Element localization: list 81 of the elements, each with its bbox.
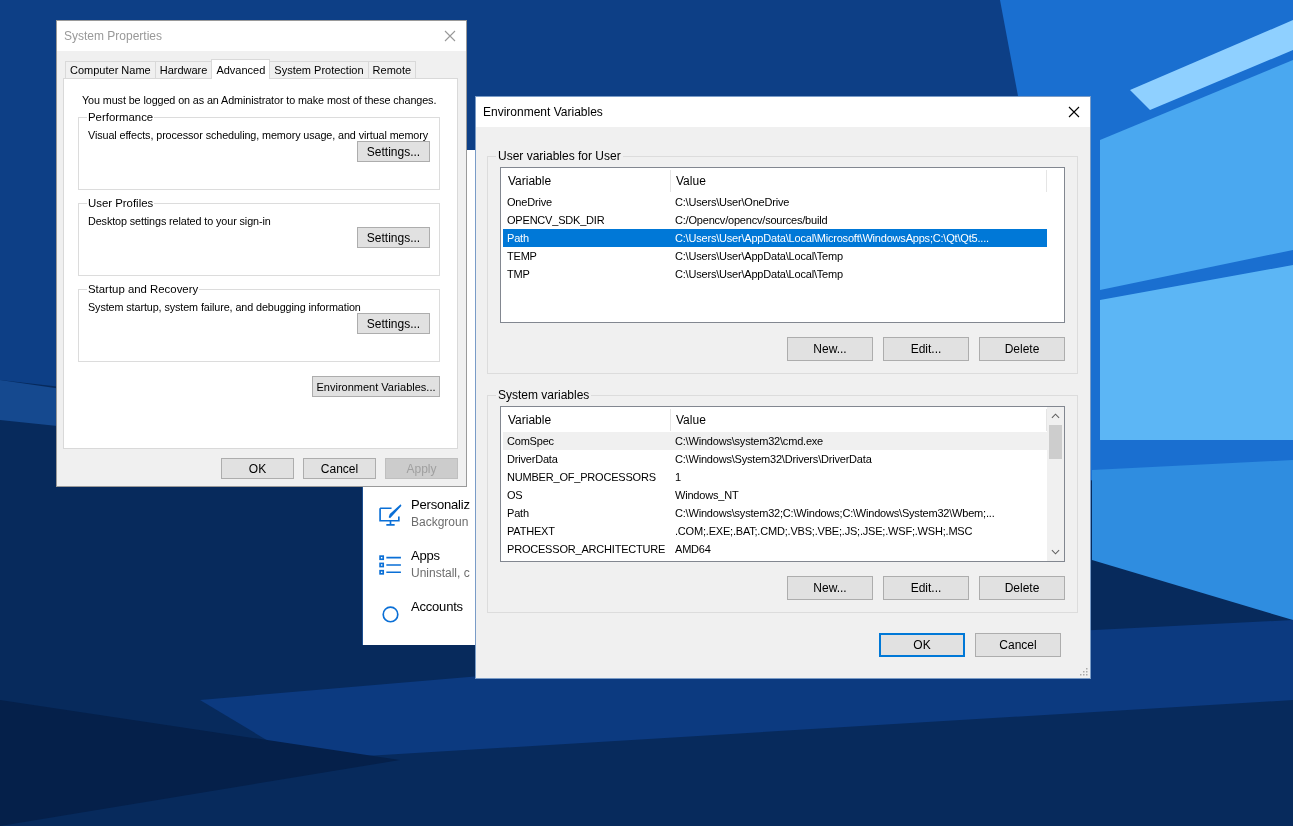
list-row[interactable]: ComSpec C:\Windows\system32\cmd.exe	[503, 432, 1047, 450]
item-title[interactable]: Accounts	[411, 599, 463, 614]
item-subtitle: Backgroun	[411, 515, 470, 529]
window-title: Environment Variables	[483, 105, 603, 119]
group-label: System variables	[497, 388, 591, 402]
list-row[interactable]: OneDrive C:\Users\User\OneDrive	[503, 193, 1047, 211]
group-label: Performance	[87, 111, 155, 123]
group-description: Desktop settings related to your sign-in	[88, 215, 272, 227]
monitor-brush-icon	[378, 502, 403, 527]
scrollbar[interactable]	[1047, 407, 1064, 561]
list-row[interactable]: Path C:\Windows\system32;C:\Windows;C:\Windows\System32\Wbem;...	[503, 504, 1047, 522]
column-header[interactable]: Value	[671, 170, 1047, 192]
table-cell-text: TMP	[506, 268, 531, 280]
list-row[interactable]: OS Windows_NT	[503, 486, 1047, 504]
table-cell-text: OPENCV_SDK_DIR	[506, 214, 606, 226]
scrollbar-thumb[interactable]	[1049, 425, 1062, 459]
environment-variables-button[interactable]: Environment Variables...	[312, 376, 440, 397]
list-row[interactable]: OPENCV_SDK_DIR C:/Opencv/opencv/sources/build	[503, 211, 1047, 229]
notice-text: You must be logged on as an Administrator to make most of these changes.	[81, 94, 438, 106]
list-action-button[interactable]: Edit...	[883, 337, 969, 361]
chevron-up-icon[interactable]	[1051, 413, 1060, 419]
settings-button[interactable]: Settings...	[357, 227, 430, 248]
list-row[interactable]: NUMBER_OF_PROCESSORS 1	[503, 468, 1047, 486]
table-cell-text: ComSpec	[506, 435, 555, 447]
tab[interactable]: Advanced	[211, 59, 271, 79]
list-row[interactable]: PROCESSOR_ARCHITECTURE AMD64	[503, 540, 1047, 558]
list-row[interactable]: PATHEXT .COM;.EXE;.BAT;.CMD;.VBS;.VBE;.JS;.JSE;.WSF;.WSH;.MSC	[503, 522, 1047, 540]
table-cell-text: 1	[674, 471, 682, 483]
item-subtitle: Uninstall, c	[411, 566, 470, 580]
table-cell-text: C:\Users\User\OneDrive	[674, 196, 791, 208]
list-action-button[interactable]: New...	[787, 576, 873, 600]
table-cell-text: PATHEXT	[506, 525, 556, 537]
settings-button[interactable]: Settings...	[357, 141, 430, 162]
list-row[interactable]: DriverData C:\Windows\System32\Drivers\DriverData	[503, 450, 1047, 468]
column-header[interactable]: Variable	[503, 170, 671, 192]
group-label: User Profiles	[87, 197, 155, 209]
table-cell-text: Windows_NT	[674, 489, 740, 501]
tab[interactable]: System Protection	[269, 61, 369, 78]
list-row[interactable]: Path C:\Users\User\AppData\Local\Microsoft\WindowsApps;C:\Qt\Qt5....	[503, 229, 1047, 247]
dialog-button[interactable]: OK	[221, 458, 294, 479]
resize-grip-icon[interactable]	[1080, 668, 1088, 676]
column-header[interactable]: Variable	[503, 409, 671, 431]
list-action-button[interactable]: Delete	[979, 576, 1065, 600]
dialog-button[interactable]: OK	[879, 633, 965, 657]
list-icon	[378, 553, 403, 578]
table-cell-text: Path	[506, 507, 530, 519]
table-cell-text: .COM;.EXE;.BAT;.CMD;.VBS;.VBE;.JS;.JSE;.WSF;.WSH;.MSC	[674, 525, 974, 537]
table-cell-text: AMD64	[674, 543, 712, 555]
table-cell-text: C:\Windows\System32\Drivers\DriverData	[674, 453, 873, 465]
group-label: User variables for User	[497, 149, 622, 163]
table-cell-text: C:\Users\User\AppData\Local\Microsoft\WindowsApps;C:\Qt\Qt5....	[674, 232, 990, 244]
table-cell-text: OS	[506, 489, 524, 501]
table-cell-text: Path	[506, 232, 530, 244]
table-cell-text: PROCESSOR_ARCHITECTURE	[506, 543, 667, 555]
item-title[interactable]: Apps	[411, 548, 470, 563]
table-cell-text: DriverData	[506, 453, 559, 465]
window-title: System Properties	[64, 29, 163, 43]
table-cell-text: C:/Opencv/opencv/sources/build	[674, 214, 829, 226]
table-cell-text: TEMP	[506, 250, 538, 262]
chevron-down-icon[interactable]	[1051, 549, 1060, 555]
group-description: System startup, system failure, and debugging information	[88, 301, 362, 313]
table-cell-text: C:\Windows\system32;C:\Windows;C:\Windows\System32\Wbem;...	[674, 507, 996, 519]
table-cell-text: C:\Users\User\AppData\Local\Temp	[674, 268, 844, 280]
list-row[interactable]: TEMP C:\Users\User\AppData\Local\Temp	[503, 247, 1047, 265]
table-cell-text: OneDrive	[506, 196, 553, 208]
dialog-button[interactable]: Cancel	[975, 633, 1061, 657]
settings-button[interactable]: Settings...	[357, 313, 430, 334]
list-action-button[interactable]: Delete	[979, 337, 1065, 361]
tab[interactable]: Remote	[367, 61, 417, 78]
table-cell-text: NUMBER_OF_PROCESSORS	[506, 471, 657, 483]
group-label: Startup and Recovery	[87, 283, 200, 295]
dialog-button[interactable]: Cancel	[303, 458, 376, 479]
group-description: Visual effects, processor scheduling, memory usage, and virtual memory	[88, 129, 430, 141]
list-row[interactable]: TMP C:\Users\User\AppData\Local\Temp	[503, 265, 1047, 283]
tab[interactable]: Computer Name	[65, 61, 156, 78]
list-action-button[interactable]: Edit...	[883, 576, 969, 600]
list-action-button[interactable]: New...	[787, 337, 873, 361]
close-icon[interactable]	[1068, 106, 1080, 118]
item-title[interactable]: Personaliz	[411, 497, 470, 512]
table-cell-text: C:\Users\User\AppData\Local\Temp	[674, 250, 844, 262]
table-cell-text: C:\Windows\system32\cmd.exe	[674, 435, 825, 447]
